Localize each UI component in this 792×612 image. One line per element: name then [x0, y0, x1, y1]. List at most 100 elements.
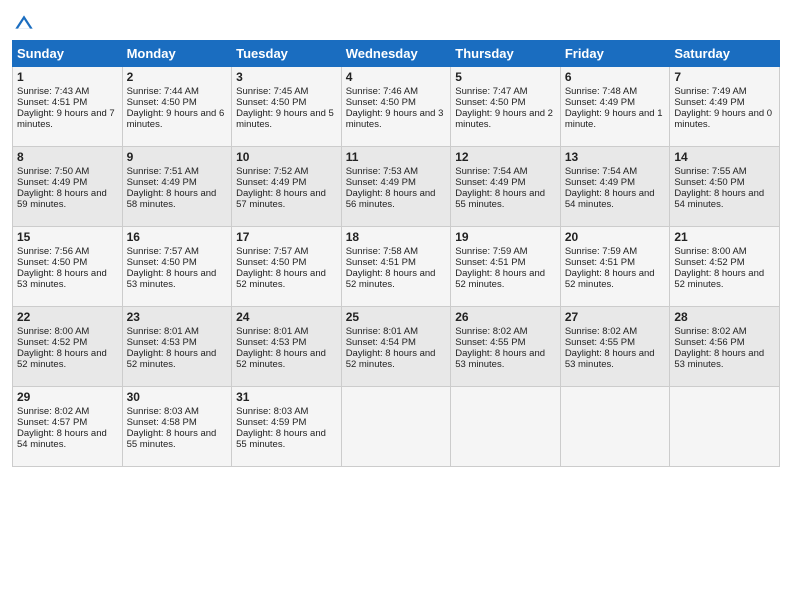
sunrise-28: Sunrise: 8:02 AM [674, 326, 746, 337]
sunset-17: Sunset: 4:50 PM [236, 257, 306, 268]
cell-2-1: 9Sunrise: 7:51 AMSunset: 4:49 PMDaylight… [122, 147, 232, 227]
cell-5-4 [451, 387, 561, 467]
sunset-20: Sunset: 4:51 PM [565, 257, 635, 268]
sunrise-16: Sunrise: 7:57 AM [127, 246, 199, 257]
sunrise-29: Sunrise: 8:02 AM [17, 406, 89, 417]
cell-2-3: 11Sunrise: 7:53 AMSunset: 4:49 PMDayligh… [341, 147, 451, 227]
day-num-11: 11 [346, 150, 447, 164]
cell-4-0: 22Sunrise: 8:00 AMSunset: 4:52 PMDayligh… [13, 307, 123, 387]
sunrise-13: Sunrise: 7:54 AM [565, 166, 637, 177]
sunset-5: Sunset: 4:50 PM [455, 97, 525, 108]
sunset-13: Sunset: 4:49 PM [565, 177, 635, 188]
daylight-17: Daylight: 8 hours and 52 minutes. [236, 268, 326, 290]
day-num-18: 18 [346, 230, 447, 244]
sunset-2: Sunset: 4:50 PM [127, 97, 197, 108]
sunset-15: Sunset: 4:50 PM [17, 257, 87, 268]
cell-4-5: 27Sunrise: 8:02 AMSunset: 4:55 PMDayligh… [560, 307, 670, 387]
cell-4-1: 23 Sunrise: 8:01 AMSunset: 4:53 PMDayligh… [122, 307, 232, 387]
cell-3-3: 18Sunrise: 7:58 AMSunset: 4:51 PMDayligh… [341, 227, 451, 307]
cell-1-0: 1Sunrise: 7:43 AMSunset: 4:51 PMDaylight… [13, 67, 123, 147]
cell-3-4: 19Sunrise: 7:59 AMSunset: 4:51 PMDayligh… [451, 227, 561, 307]
sunrise-1: Sunrise: 7:43 AM [17, 86, 89, 97]
day-num-20: 20 [565, 230, 666, 244]
header-saturday: Saturday [670, 41, 780, 67]
daylight-25: Daylight: 8 hours and 52 minutes. [346, 348, 436, 370]
sunrise-23: Sunrise: 8:01 AM [127, 326, 199, 337]
sunrise-31: Sunrise: 8:03 AM [236, 406, 308, 417]
daylight-23: Daylight: 8 hours and 52 minutes. [127, 348, 217, 370]
sunset-18: Sunset: 4:51 PM [346, 257, 416, 268]
day-num-28: 28 [674, 310, 775, 324]
sunrise-24: Sunrise: 8:01 AM [236, 326, 308, 337]
sunrise-19: Sunrise: 7:59 AM [455, 246, 527, 257]
day-num-16: 16 [127, 230, 228, 244]
week-row-5: 29Sunrise: 8:02 AMSunset: 4:57 PMDayligh… [13, 387, 780, 467]
daylight-3: Daylight: 9 hours and 5 minutes. [236, 108, 334, 130]
cell-3-2: 17 Sunrise: 7:57 AMSunset: 4:50 PMDayligh… [232, 227, 342, 307]
daylight-14: Daylight: 8 hours and 54 minutes. [674, 188, 764, 210]
daylight-26: Daylight: 8 hours and 53 minutes. [455, 348, 545, 370]
sunrise-10: Sunrise: 7:52 AM [236, 166, 308, 177]
day-num-27: 27 [565, 310, 666, 324]
day-num-8: 8 [17, 150, 118, 164]
sunset-28: Sunset: 4:56 PM [674, 337, 744, 348]
cell-4-2: 24Sunrise: 8:01 AMSunset: 4:53 PMDayligh… [232, 307, 342, 387]
sunset-16: Sunset: 4:50 PM [127, 257, 197, 268]
cell-3-6: 21Sunrise: 8:00 AMSunset: 4:52 PMDayligh… [670, 227, 780, 307]
daylight-9: Daylight: 8 hours and 58 minutes. [127, 188, 217, 210]
day-num-17: 17 [236, 230, 337, 244]
sunrise-5: Sunrise: 7:47 AM [455, 86, 527, 97]
day-num-15: 15 [17, 230, 118, 244]
day-num-10: 10 [236, 150, 337, 164]
cell-4-4: 26Sunrise: 8:02 AMSunset: 4:55 PMDayligh… [451, 307, 561, 387]
header-wednesday: Wednesday [341, 41, 451, 67]
sunrise-4: Sunrise: 7:46 AM [346, 86, 418, 97]
daylight-10: Daylight: 8 hours and 57 minutes. [236, 188, 326, 210]
daylight-8: Daylight: 8 hours and 59 minutes. [17, 188, 107, 210]
week-row-1: 1 Sunrise: 7:43 AMSunset: 4:51 PM Daylight… [13, 67, 780, 147]
sunset-21: Sunset: 4:52 PM [674, 257, 744, 268]
cell-3-1: 16Sunrise: 7:57 AMSunset: 4:50 PMDayligh… [122, 227, 232, 307]
sunset-7: Sunset: 4:49 PM [674, 97, 744, 108]
daylight-2: Daylight: 9 hours and 6 minutes. [127, 108, 225, 130]
cell-2-2: 10Sunrise: 7:52 AMSunset: 4:49 PMDayligh… [232, 147, 342, 227]
header-monday: Monday [122, 41, 232, 67]
day-num-30: 30 [127, 390, 228, 404]
cell-1-4: 5Sunrise: 7:47 AMSunset: 4:50 PMDaylight… [451, 67, 561, 147]
calendar-header-row: SundayMondayTuesdayWednesdayThursdayFrid… [13, 41, 780, 67]
sunset-29: Sunset: 4:57 PM [17, 417, 87, 428]
daylight-19: Daylight: 8 hours and 52 minutes. [455, 268, 545, 290]
sunrise-18: Sunrise: 7:58 AM [346, 246, 418, 257]
day-num-4: 4 [346, 70, 447, 84]
sunrise-7: Sunrise: 7:49 AM [674, 86, 746, 97]
day-num-6: 6 [565, 70, 666, 84]
daylight-29: Daylight: 8 hours and 54 minutes. [17, 428, 107, 450]
daylight-27: Daylight: 8 hours and 53 minutes. [565, 348, 655, 370]
sunrise-27: Sunrise: 8:02 AM [565, 326, 637, 337]
day-num-23: 23 [127, 310, 228, 324]
sunset-1: Sunset: 4:51 PM [17, 97, 87, 108]
day-num-21: 21 [674, 230, 775, 244]
day-num-3: 3 [236, 70, 337, 84]
cell-3-0: 15Sunrise: 7:56 AMSunset: 4:50 PMDayligh… [13, 227, 123, 307]
daylight-31: Daylight: 8 hours and 55 minutes. [236, 428, 326, 450]
week-row-4: 22Sunrise: 8:00 AMSunset: 4:52 PMDayligh… [13, 307, 780, 387]
day-num-1: 1 [17, 70, 118, 84]
sunrise-8: Sunrise: 7:50 AM [17, 166, 89, 177]
cell-2-0: 8Sunrise: 7:50 AMSunset: 4:49 PMDaylight… [13, 147, 123, 227]
sunset-23: Sunset: 4:53 PM [127, 337, 197, 348]
cell-1-5: 6Sunrise: 7:48 AMSunset: 4:49 PMDaylight… [560, 67, 670, 147]
sunset-31: Sunset: 4:59 PM [236, 417, 306, 428]
daylight-20: Daylight: 8 hours and 52 minutes. [565, 268, 655, 290]
sunrise-17: Sunrise: 7:57 AM [236, 246, 308, 257]
sunrise-6: Sunrise: 7:48 AM [565, 86, 637, 97]
cell-4-6: 28Sunrise: 8:02 AMSunset: 4:56 PMDayligh… [670, 307, 780, 387]
cell-2-5: 13Sunrise: 7:54 AMSunset: 4:49 PMDayligh… [560, 147, 670, 227]
sunrise-30: Sunrise: 8:03 AM [127, 406, 199, 417]
cell-5-6 [670, 387, 780, 467]
sunset-14: Sunset: 4:50 PM [674, 177, 744, 188]
cell-1-2: 3Sunrise: 7:45 AMSunset: 4:50 PMDaylight… [232, 67, 342, 147]
header-thursday: Thursday [451, 41, 561, 67]
sunset-26: Sunset: 4:55 PM [455, 337, 525, 348]
sunset-4: Sunset: 4:50 PM [346, 97, 416, 108]
